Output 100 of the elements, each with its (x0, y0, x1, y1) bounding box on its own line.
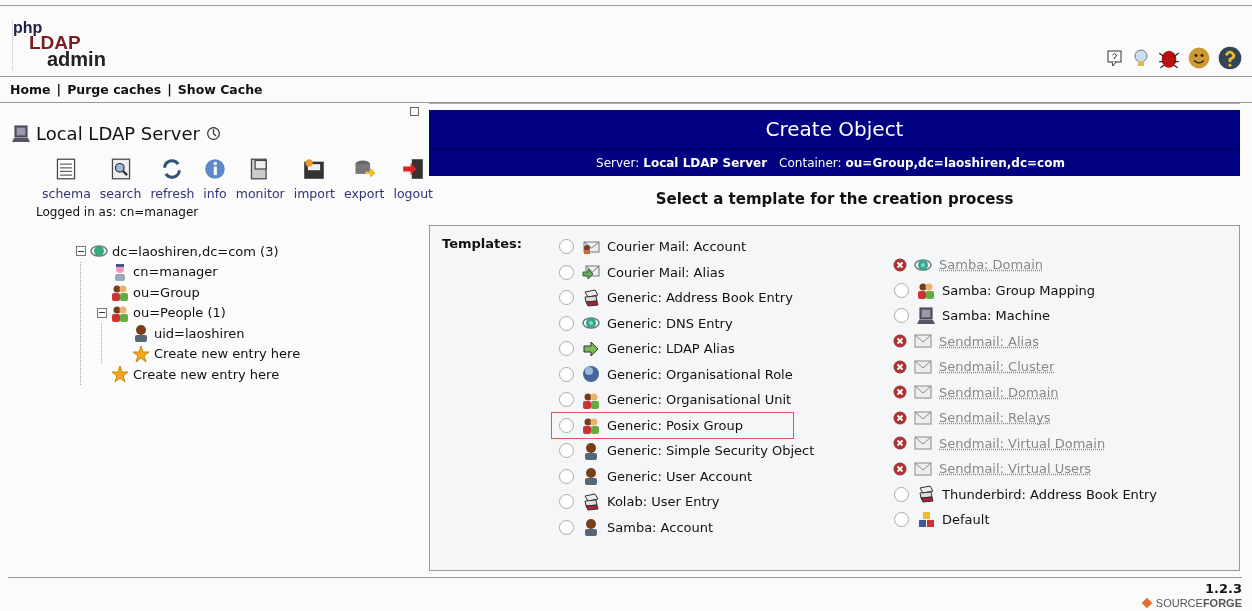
template-option[interactable]: Courier Mail: Alias (607, 264, 725, 280)
template-option[interactable]: Default (942, 512, 990, 528)
computer-icon (12, 124, 30, 143)
group-icon (917, 281, 935, 300)
blocks-icon (917, 510, 935, 529)
envelope-icon (914, 332, 932, 351)
radio-button[interactable] (559, 468, 574, 484)
radio-button[interactable] (559, 494, 574, 510)
tree-item[interactable]: dc=laoshiren,dc=com (3) (112, 243, 279, 259)
diamond-icon (1140, 597, 1153, 609)
collapse-toggle[interactable] (97, 307, 107, 318)
radio-button[interactable] (559, 366, 574, 382)
radio-button[interactable] (894, 282, 909, 298)
tree-item[interactable]: cn=manager (133, 264, 218, 280)
collapse-toggle[interactable] (76, 246, 86, 257)
container-value: ou=Group,dc=laoshiren,dc=com (845, 156, 1065, 170)
toolbar-link[interactable]: import (293, 158, 335, 201)
version-number: 1.2.3 (1205, 581, 1242, 596)
sourceforge-logo[interactable]: SOURCEFORGE (1140, 597, 1242, 609)
address-book-icon (582, 288, 600, 307)
envelope-icon (914, 383, 932, 402)
envelope-icon (914, 357, 932, 376)
group-icon (582, 416, 600, 435)
template-option[interactable]: Generic: LDAP Alias (607, 341, 735, 357)
help-speech-icon (1106, 49, 1124, 67)
template-option[interactable]: Generic: Posix Group (607, 417, 744, 433)
tree-item[interactable]: ou=Group (133, 284, 200, 300)
radio-button[interactable] (559, 290, 574, 306)
globe-icon (582, 365, 600, 384)
address-book-icon (917, 485, 935, 504)
templates-label: Templates: (442, 235, 523, 253)
toolbar-link[interactable]: logout (393, 158, 433, 201)
server-label: Server: (596, 156, 640, 170)
template-option[interactable]: Courier Mail: Account (607, 239, 747, 255)
radio-button[interactable] (559, 264, 574, 280)
schema-icon (55, 158, 78, 180)
search-icon (109, 158, 132, 180)
template-option[interactable]: Generic: Simple Security Object (607, 443, 815, 459)
server-value: Local LDAP Server (643, 156, 768, 170)
login-status: Logged in as: cn=manager (35, 204, 200, 219)
envelope-icon (914, 459, 932, 478)
template-option[interactable]: Generic: Organisational Role (607, 366, 793, 382)
import-icon (303, 158, 326, 180)
template-option[interactable]: Generic: Address Book Entry (607, 290, 793, 306)
toolbar-link[interactable]: monitor (235, 158, 285, 201)
template-option[interactable]: Generic: Organisational Unit (607, 392, 792, 408)
envelope-icon (914, 434, 932, 453)
export-icon (353, 158, 376, 180)
separator: | (167, 82, 172, 97)
arrow-icon (582, 339, 600, 358)
radio-button[interactable] (894, 486, 909, 502)
person-icon (132, 324, 150, 343)
tree-item[interactable]: Create new entry here (133, 366, 280, 382)
nav-link[interactable]: Purge caches (67, 82, 162, 97)
clock-icon (205, 126, 221, 141)
separator: | (56, 82, 62, 97)
star-icon (132, 344, 150, 363)
template-option[interactable]: Generic: DNS Entry (607, 315, 733, 331)
tree-item[interactable]: ou=People (1) (133, 305, 226, 321)
radio-button[interactable] (559, 443, 574, 459)
radio-button[interactable] (559, 341, 574, 357)
toolbar-link[interactable]: schema (42, 158, 91, 201)
toolbar-link[interactable]: refresh (150, 158, 195, 201)
radio-button[interactable] (894, 308, 909, 324)
address-book-icon (582, 492, 600, 511)
server-name: Local LDAP Server (36, 123, 200, 144)
template-option[interactable]: Generic: User Account (607, 468, 753, 484)
template-option[interactable]: Samba: Machine (942, 308, 1051, 324)
template-option[interactable]: Kolab: User Entry (607, 494, 720, 510)
person-icon (582, 518, 600, 537)
nav-link[interactable]: Show Cache (177, 82, 263, 97)
radio-button[interactable] (559, 392, 574, 408)
template-option[interactable]: Thunderbird: Address Book Entry (942, 486, 1157, 502)
refresh-icon (161, 158, 184, 180)
radio-button[interactable] (559, 519, 574, 535)
toolbar-link[interactable]: search (99, 158, 142, 201)
help-icon (1218, 46, 1242, 70)
info-icon (204, 158, 227, 180)
mail-arrow-icon (582, 263, 600, 282)
radio-button[interactable] (894, 512, 909, 528)
toolbar-link[interactable]: info (203, 158, 227, 201)
radio-button[interactable] (559, 315, 574, 331)
toolbar-link[interactable]: export (344, 158, 385, 201)
radio-button[interactable] (559, 417, 574, 433)
computer-icon (917, 306, 935, 325)
group-icon (111, 283, 129, 302)
tree-item[interactable]: uid=laoshiren (154, 325, 245, 341)
tree-item[interactable]: Create new entry here (154, 346, 301, 362)
logo: php LDAP admin (12, 21, 112, 70)
radio-button[interactable] (559, 239, 574, 255)
template-option[interactable]: Samba: Group Mapping (942, 282, 1096, 298)
envelope-icon (914, 408, 932, 427)
template-option[interactable]: Samba: Account (607, 519, 714, 535)
smiley-icon (1188, 47, 1210, 69)
person-icon (582, 441, 600, 460)
nav-link[interactable]: Home (10, 82, 51, 97)
star-icon (111, 365, 129, 384)
container-label: Container: (779, 156, 842, 170)
light-bulb-icon (1132, 47, 1150, 69)
expand-icon[interactable] (410, 107, 419, 116)
